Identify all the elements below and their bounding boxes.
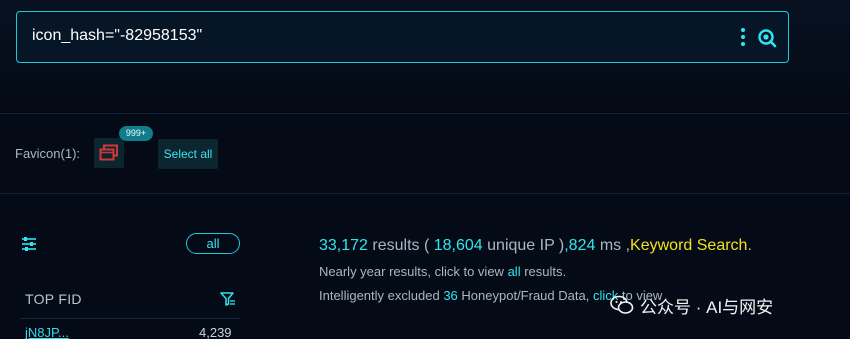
search-icon[interactable] (757, 28, 777, 48)
year-note-suffix: results. (524, 264, 567, 279)
honeypot-count: 36 (443, 288, 458, 303)
favicon-filter-button[interactable] (94, 138, 124, 168)
favicon-label: Favicon(1): (15, 146, 81, 161)
year-note-prefix: Nearly year results, click to view (319, 264, 504, 279)
ms-word: ms , (599, 237, 631, 254)
unique-ip-word: unique IP ) (487, 237, 565, 254)
honeypot-note-prefix: Intelligently excluded (319, 288, 440, 303)
sliders-icon[interactable] (21, 236, 37, 252)
fid-row-name[interactable]: jN8JP... (25, 325, 69, 339)
results-total: 33,172 (319, 237, 368, 254)
search-bar[interactable]: icon_hash="-82958153" (16, 11, 789, 63)
honeypot-note-mid: Honeypot/Fraud Data, (461, 288, 590, 303)
count-badge: 999+ (119, 126, 153, 141)
top-fid-title: TOP FID (25, 291, 82, 307)
select-all-button[interactable]: Select all (158, 139, 218, 169)
list-divider (20, 318, 240, 319)
kebab-menu-icon[interactable] (739, 28, 747, 48)
fid-row-count: 4,239 (199, 325, 232, 339)
search-input[interactable]: icon_hash="-82958153" (32, 27, 202, 45)
all-filter-toggle[interactable]: all (186, 233, 240, 254)
funnel-filter-icon[interactable] (220, 292, 236, 306)
section-divider (0, 193, 850, 194)
watermark-text: 公众号 · AI与网安 (640, 297, 774, 317)
favicon-windows-icon (99, 144, 118, 161)
keyword-search-label: Keyword Search (630, 237, 748, 254)
year-results-note: Nearly year results, click to view all r… (319, 264, 566, 279)
wechat-watermark: 公众号 · AI与网安 (610, 291, 773, 319)
results-word: results ( (372, 237, 430, 254)
section-divider (0, 113, 850, 114)
search-header: icon_hash="-82958153" (0, 0, 850, 113)
view-all-results-link[interactable]: all (508, 264, 521, 279)
query-time: ,824 (564, 237, 596, 254)
wechat-logo-icon (610, 295, 634, 314)
unique-ip-count: 18,604 (433, 237, 483, 254)
results-summary: 33,172 results ( 18,604 unique IP ),824 … (319, 237, 752, 255)
summary-period: . (747, 237, 752, 254)
